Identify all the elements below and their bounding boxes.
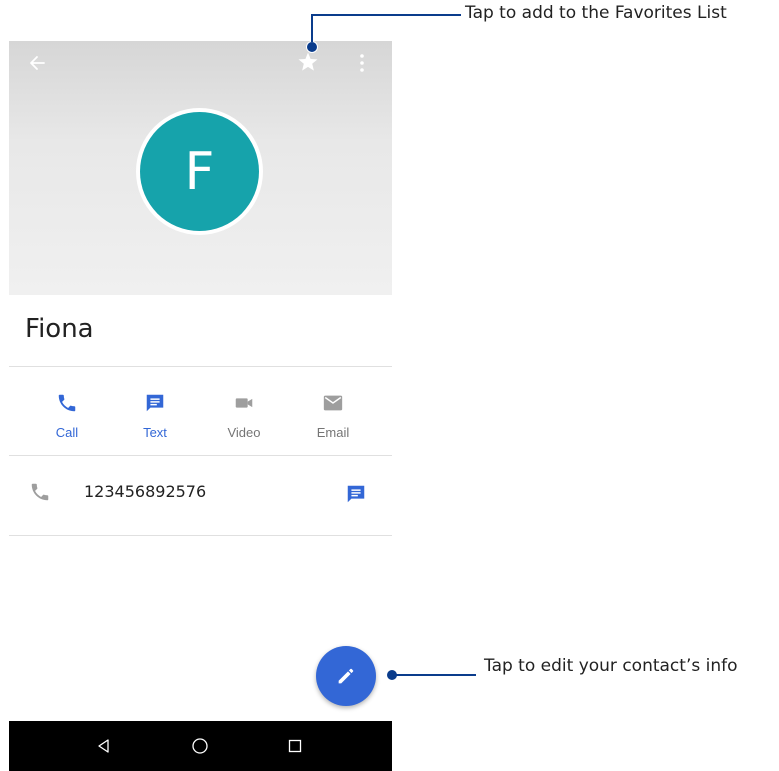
arrow-left-icon bbox=[30, 56, 45, 70]
favorites-callout-text: Tap to add to the Favorites List bbox=[465, 3, 727, 23]
nav-recents-button[interactable] bbox=[282, 733, 308, 759]
message-icon bbox=[146, 394, 164, 412]
call-action-button[interactable]: Call bbox=[22, 386, 112, 446]
avatar-frame: F bbox=[136, 108, 263, 235]
divider bbox=[9, 455, 392, 456]
phone-screen: F Fiona Call Text Video Email 1234568925… bbox=[9, 41, 392, 771]
more-options-button[interactable] bbox=[350, 49, 374, 77]
send-message-button[interactable] bbox=[345, 483, 369, 507]
back-triangle-icon bbox=[98, 739, 109, 753]
favorites-callout-dot bbox=[306, 41, 318, 53]
nav-home-button[interactable] bbox=[187, 733, 213, 759]
email-icon bbox=[323, 395, 343, 411]
divider bbox=[9, 366, 392, 367]
recents-square-icon bbox=[288, 739, 302, 753]
navigation-bar bbox=[9, 721, 392, 771]
edit-callout-text: Tap to edit your contact’s info bbox=[484, 656, 738, 676]
email-action-button[interactable]: Email bbox=[288, 386, 378, 446]
back-button[interactable] bbox=[23, 49, 51, 77]
contact-header: F bbox=[9, 41, 392, 295]
message-icon bbox=[347, 485, 365, 503]
videocam-icon bbox=[235, 398, 253, 408]
home-circle-icon bbox=[192, 738, 208, 754]
avatar: F bbox=[140, 112, 259, 231]
edit-contact-button[interactable] bbox=[316, 646, 376, 706]
text-action-button[interactable]: Text bbox=[110, 386, 200, 446]
phone-number[interactable]: 123456892576 bbox=[84, 482, 206, 501]
pencil-icon bbox=[338, 668, 354, 684]
video-label: Video bbox=[227, 425, 261, 440]
edit-callout-line bbox=[396, 674, 476, 676]
call-label: Call bbox=[55, 425, 79, 440]
divider bbox=[9, 535, 392, 536]
nav-back-button[interactable] bbox=[91, 733, 117, 759]
text-label: Text bbox=[143, 425, 167, 440]
contact-name: Fiona bbox=[25, 314, 94, 344]
favorites-callout-line bbox=[311, 15, 313, 42]
phone-icon bbox=[58, 394, 76, 412]
favorites-callout-line bbox=[311, 14, 461, 16]
email-label: Email bbox=[316, 425, 350, 440]
avatar-initial: F bbox=[184, 141, 215, 202]
star-icon bbox=[298, 52, 318, 71]
phone-icon bbox=[29, 481, 53, 505]
more-vert-icon bbox=[360, 54, 364, 72]
video-action-button[interactable]: Video bbox=[199, 386, 289, 446]
